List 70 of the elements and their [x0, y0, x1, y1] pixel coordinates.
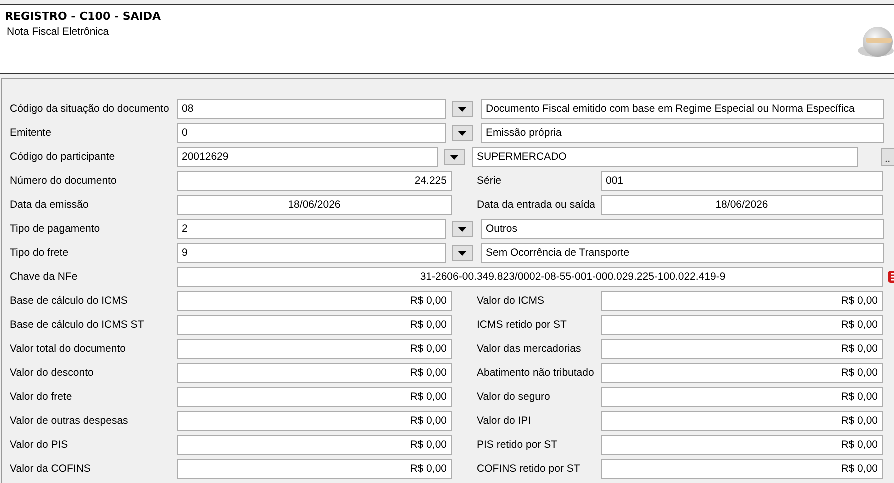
- field-label: Valor do desconto: [9, 367, 95, 379]
- field-label: PIS retido por ST: [476, 439, 559, 451]
- input-field[interactable]: 20012629: [177, 147, 438, 167]
- input-field[interactable]: 2: [177, 219, 446, 239]
- input-field[interactable]: R$ 0,00: [177, 339, 452, 359]
- dropdown-button[interactable]: [452, 245, 473, 261]
- input-field[interactable]: R$ 0,00: [601, 315, 883, 335]
- field-label: Valor do frete: [9, 391, 74, 403]
- field-label: Valor do ICMS: [476, 295, 546, 307]
- input-field[interactable]: 0: [177, 123, 446, 143]
- dropdown-button[interactable]: [452, 101, 473, 117]
- field-label: Tipo de pagamento: [9, 223, 102, 235]
- description-field: Outros: [481, 219, 884, 239]
- field-label: Abatimento não tributado: [476, 367, 596, 379]
- description-field: Documento Fiscal emitido com base em Regime Especial ou Norma Específica: [481, 99, 884, 119]
- field-label: Número do documento: [9, 175, 118, 187]
- input-field[interactable]: R$ 0,00: [601, 411, 883, 431]
- field-label: Emitente: [9, 127, 52, 139]
- field-label: Valor das mercadorias: [476, 343, 582, 355]
- field-label: Código da situação do documento: [9, 103, 170, 115]
- input-field[interactable]: R$ 0,00: [601, 459, 883, 479]
- caret-icon: [450, 154, 459, 160]
- field-label: Data da emissão: [9, 199, 90, 211]
- input-field[interactable]: R$ 0,00: [177, 387, 452, 407]
- dropdown-button[interactable]: [452, 125, 473, 141]
- input-field[interactable]: R$ 0,00: [177, 315, 452, 335]
- field-label: Valor da COFINS: [9, 463, 92, 475]
- input-field[interactable]: R$ 0,00: [177, 435, 452, 455]
- input-field[interactable]: R$ 0,00: [177, 459, 452, 479]
- caret-icon: [458, 250, 467, 256]
- field-label: ICMS retido por ST: [476, 319, 568, 331]
- input-field[interactable]: R$ 0,00: [177, 363, 452, 383]
- field-label: Chave da NFe: [9, 271, 79, 283]
- field-label: Série: [476, 175, 503, 187]
- input-field[interactable]: R$ 0,00: [177, 411, 452, 431]
- input-field[interactable]: R$ 0,00: [177, 291, 452, 311]
- input-field[interactable]: 24.225: [177, 171, 452, 191]
- field-label: Valor de outras despesas: [9, 415, 130, 427]
- description-field: SUPERMERCADO: [472, 147, 858, 167]
- dropdown-button[interactable]: [452, 221, 473, 237]
- input-field[interactable]: R$ 0,00: [601, 291, 883, 311]
- field-label: Valor total do documento: [9, 343, 127, 355]
- form-title: REGISTRO - C100 - SAIDA: [5, 10, 162, 23]
- field-label: Base de cálculo do ICMS ST: [9, 319, 146, 331]
- input-field[interactable]: 001: [601, 171, 883, 191]
- field-label: Tipo do frete: [9, 247, 70, 259]
- input-field[interactable]: 18/06/2026: [177, 195, 452, 215]
- input-field[interactable]: R$ 0,00: [601, 387, 883, 407]
- field-label: Código do participante: [9, 151, 116, 163]
- description-field: Emissão própria: [481, 123, 884, 143]
- field-label: Data da entrada ou saída: [476, 199, 597, 211]
- field-label: Base de cálculo do ICMS: [9, 295, 129, 307]
- field-label: COFINS retido por ST: [476, 463, 582, 475]
- input-field[interactable]: 9: [177, 243, 446, 263]
- field-label: Valor do seguro: [476, 391, 552, 403]
- browse-button[interactable]: ..: [881, 148, 894, 166]
- field-label: Valor do IPI: [476, 415, 532, 427]
- dropdown-button[interactable]: [444, 149, 465, 165]
- input-field[interactable]: 18/06/2026: [601, 195, 883, 215]
- description-field: Sem Ocorrência de Transporte: [481, 243, 884, 263]
- caret-icon: [458, 130, 467, 136]
- input-field[interactable]: R$ 0,00: [601, 435, 883, 455]
- input-field[interactable]: 31-2606-00.349.823/0002-08-55-001-000.029.225-100.022.419-9: [177, 267, 883, 287]
- input-field[interactable]: 08: [177, 99, 446, 119]
- input-field[interactable]: R$ 0,00: [601, 363, 883, 383]
- caret-icon: [458, 226, 467, 232]
- input-field[interactable]: R$ 0,00: [601, 339, 883, 359]
- form-subtitle: Nota Fiscal Eletrônica: [6, 26, 110, 38]
- caret-icon: [458, 106, 467, 112]
- field-label: Valor do PIS: [9, 439, 70, 451]
